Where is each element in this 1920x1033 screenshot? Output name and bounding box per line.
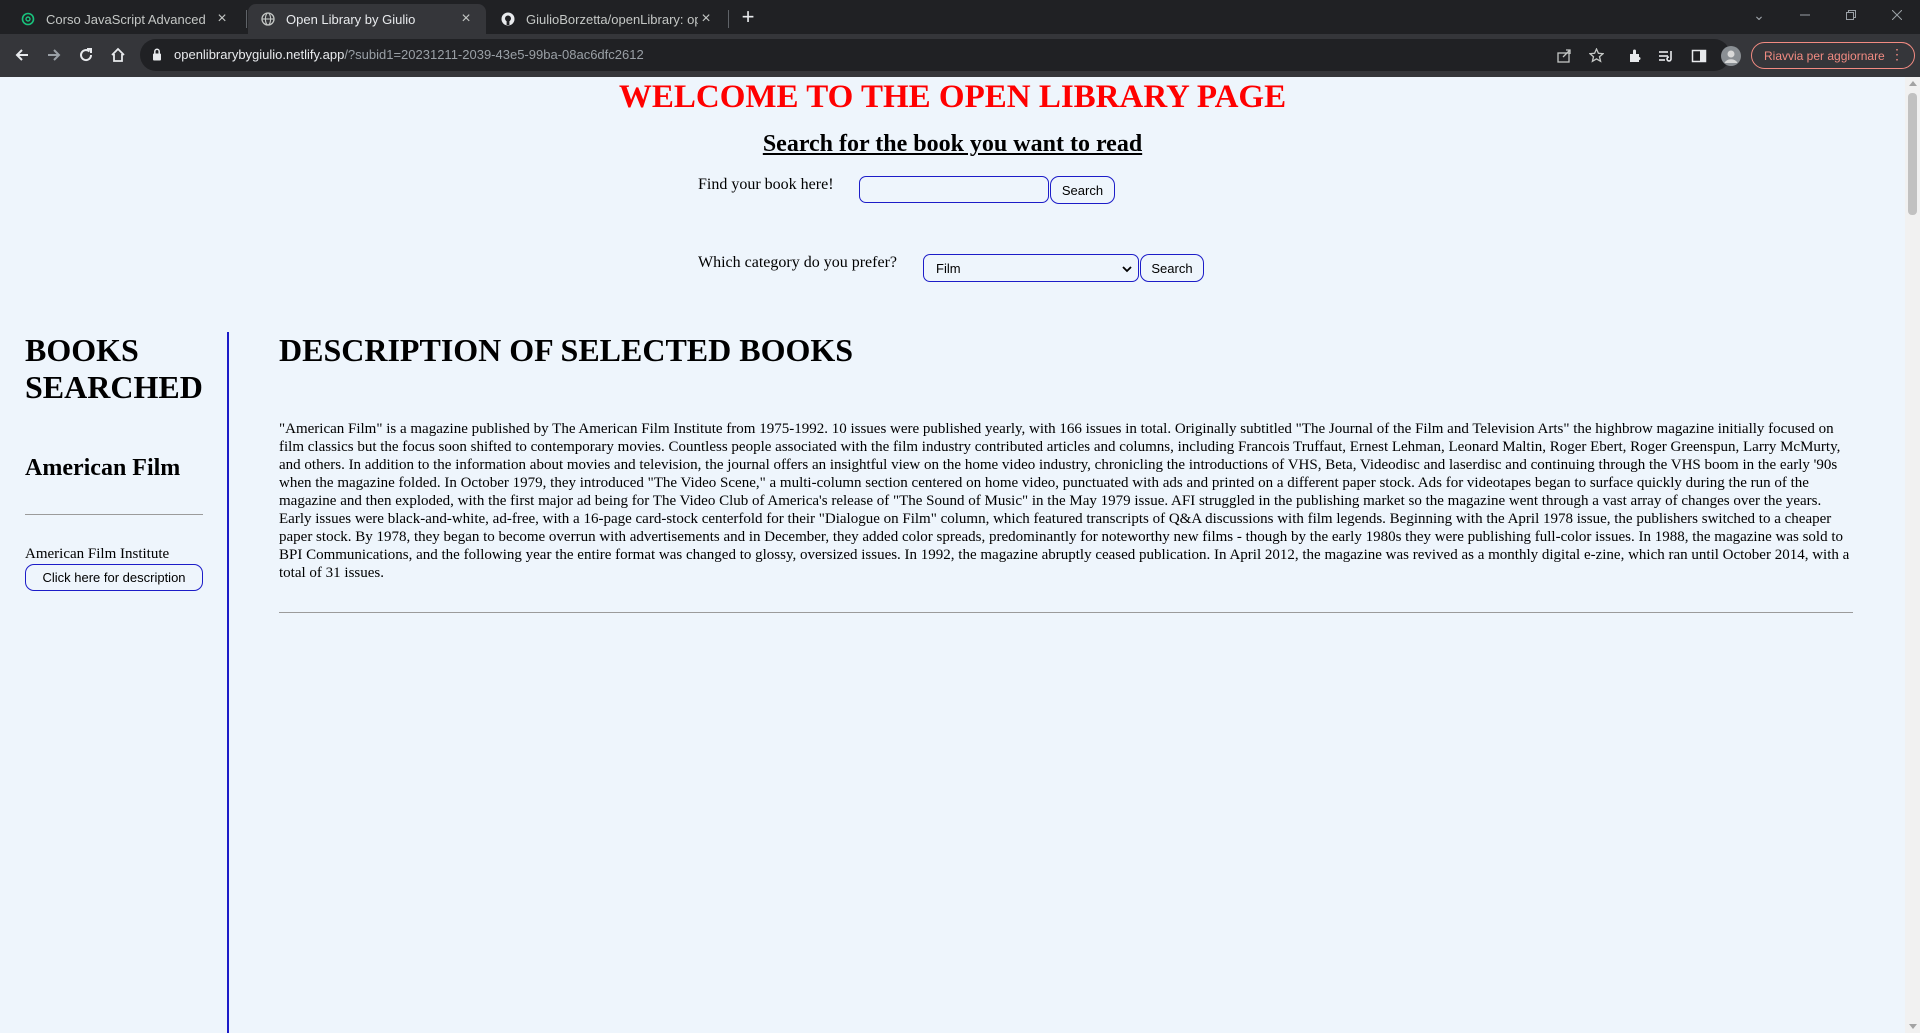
tab-search-icon[interactable]: ⌄	[1736, 0, 1782, 30]
books-searched-panel: BOOKS SEARCHED	[25, 332, 203, 406]
close-tab-icon[interactable]: ×	[458, 10, 474, 28]
scroll-down-icon[interactable]	[1909, 1024, 1917, 1029]
close-window-icon[interactable]	[1874, 0, 1920, 30]
tab-corso-javascript[interactable]: Corso JavaScript Advanced ×	[8, 4, 242, 34]
profile-avatar[interactable]	[1720, 45, 1742, 67]
restore-icon[interactable]	[1828, 0, 1874, 30]
openai-icon	[20, 11, 36, 27]
extensions-icon[interactable]	[1624, 45, 1646, 67]
tab-title: GiulioBorzetta/openLibrary: ope	[526, 11, 698, 27]
divider	[279, 612, 1853, 613]
media-control-icon[interactable]	[1655, 45, 1677, 67]
scrollbar-thumb[interactable]	[1908, 93, 1917, 215]
category-selected-value: Film	[936, 260, 961, 276]
reload-icon[interactable]	[72, 41, 100, 69]
close-tab-icon[interactable]: ×	[698, 10, 714, 28]
books-searched-heading: BOOKS SEARCHED	[25, 332, 203, 405]
page-scrollbar[interactable]	[1905, 77, 1920, 1033]
page-content: WELCOME TO THE OPEN LIBRARY PAGE Search …	[0, 77, 1905, 1033]
description-button[interactable]: Click here for description	[25, 564, 203, 591]
book-author: American Film Institute	[25, 546, 170, 562]
lock-icon[interactable]	[152, 48, 162, 66]
book-description: "American Film" is a magazine published …	[279, 421, 1850, 581]
book-search-input[interactable]	[859, 176, 1049, 203]
menu-dots-icon[interactable]: ⋮	[1890, 46, 1904, 63]
divider	[25, 514, 203, 515]
share-icon[interactable]	[1554, 45, 1574, 65]
minimize-icon[interactable]	[1782, 0, 1828, 30]
tab-strip: Corso JavaScript Advanced × Open Library…	[0, 0, 1920, 34]
tab-separator	[246, 10, 247, 28]
description-heading: DESCRIPTION OF SELECTED BOOKS	[279, 332, 854, 368]
scroll-up-icon[interactable]	[1909, 81, 1917, 86]
new-tab-button[interactable]: +	[736, 6, 760, 30]
browser-toolbar: openlibrarybygiulio.netlify.app/?subid1=…	[0, 34, 1920, 77]
tab-title: Open Library by Giulio	[286, 11, 416, 27]
star-icon[interactable]	[1586, 45, 1606, 65]
url-text: openlibrarybygiulio.netlify.app/?subid1=…	[174, 47, 644, 62]
page-title: WELCOME TO THE OPEN LIBRARY PAGE	[618, 79, 1287, 115]
tab-open-library[interactable]: Open Library by Giulio ×	[248, 4, 486, 34]
tab-title: Corso JavaScript Advanced	[46, 11, 206, 27]
category-search-button[interactable]: Search	[1140, 254, 1204, 282]
search-button[interactable]: Search	[1050, 176, 1115, 204]
update-restart-button[interactable]: Riavvia per aggiornare ⋮	[1751, 42, 1915, 69]
back-icon[interactable]	[8, 41, 36, 69]
tab-separator	[728, 10, 729, 28]
forward-icon[interactable]	[40, 41, 68, 69]
url-host: openlibrarybygiulio.netlify.app	[174, 47, 345, 62]
globe-icon	[260, 11, 276, 27]
close-tab-icon[interactable]: ×	[214, 10, 230, 28]
tab-github[interactable]: GiulioBorzetta/openLibrary: ope ×	[488, 4, 726, 34]
category-label: Which category do you prefer?	[698, 254, 898, 271]
page-subtitle: Search for the book you want to read	[762, 131, 1143, 157]
url-path: /?subid1=20231211-2039-43e5-99ba-08ac6df…	[344, 47, 644, 62]
home-icon[interactable]	[104, 41, 132, 69]
book-title: American Film	[25, 455, 181, 481]
chevron-down-icon	[1122, 262, 1132, 277]
update-label: Riavvia per aggiornare	[1764, 48, 1885, 63]
search-label: Find your book here!	[698, 176, 834, 193]
side-panel-icon[interactable]	[1688, 45, 1710, 67]
github-icon	[500, 11, 516, 27]
category-select[interactable]: Film	[923, 254, 1139, 282]
address-bar[interactable]: openlibrarybygiulio.netlify.app/?subid1=…	[140, 39, 1730, 71]
column-divider	[227, 332, 229, 1033]
